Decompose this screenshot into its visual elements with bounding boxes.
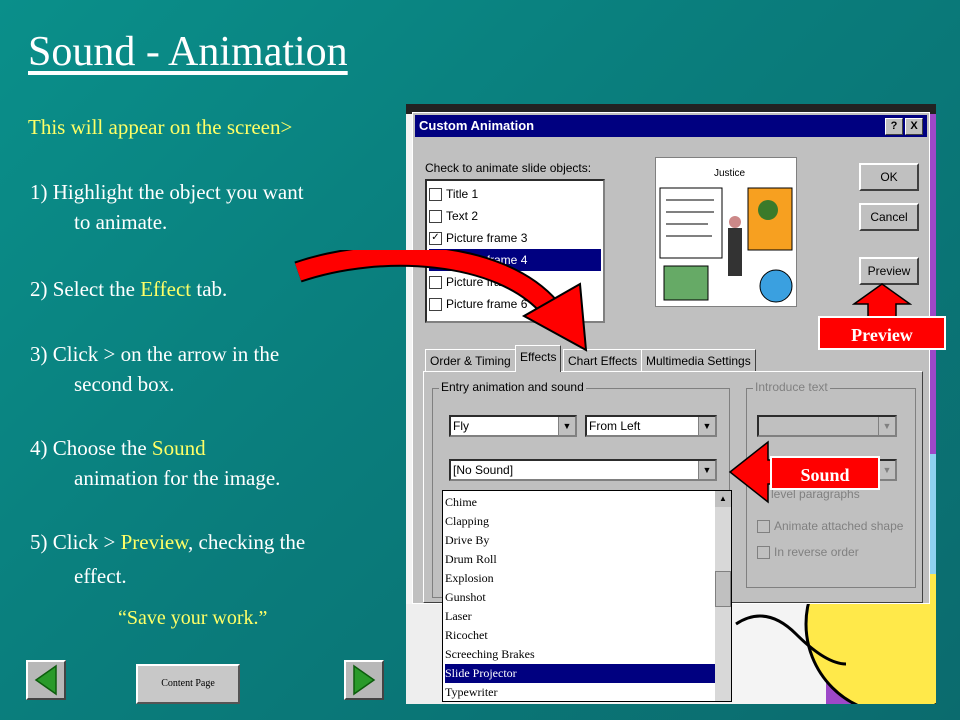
step-3-line-1: 3) Click > on the arrow in the	[30, 342, 280, 366]
direction-dropdown[interactable]: From Left ▼	[585, 415, 717, 437]
slide-preview-thumbnail: Justice	[655, 157, 797, 307]
save-note: “Save your work.”	[118, 607, 268, 629]
sound-option[interactable]: Ricochet	[445, 626, 715, 645]
previous-slide-button[interactable]	[26, 660, 66, 700]
direction-value: From Left	[589, 419, 641, 433]
step-4-line-2: animation for the image.	[74, 466, 281, 490]
step-5-a: 5) Click >	[30, 530, 121, 554]
help-button[interactable]: ?	[885, 118, 903, 135]
preview-button[interactable]: Preview	[859, 257, 919, 285]
tab-multimedia-settings[interactable]: Multimedia Settings	[641, 349, 756, 372]
step-2: 2) Select the Effect tab.	[30, 274, 227, 304]
checkbox-icon[interactable]	[429, 188, 442, 202]
checkbox-icon[interactable]	[757, 520, 770, 534]
object-label: Title 1	[446, 187, 479, 201]
preview-clipart-icon	[659, 187, 793, 303]
sound-option[interactable]: Laser	[445, 607, 715, 626]
next-slide-button[interactable]	[344, 660, 384, 700]
sound-option[interactable]: Screeching Brakes	[445, 645, 715, 664]
sound-option[interactable]: Chime	[445, 493, 715, 512]
step-4-sound: Sound	[151, 436, 206, 460]
checkbox-icon[interactable]	[757, 546, 770, 560]
sound-option[interactable]: Typewriter	[445, 683, 715, 702]
sound-callout: Sound	[770, 456, 880, 490]
effect-dropdown[interactable]: Fly ▼	[449, 415, 577, 437]
object-label: Picture frame 3	[446, 231, 528, 245]
sound-option[interactable]: Gunshot	[445, 588, 715, 607]
sound-option[interactable]: Clapping	[445, 512, 715, 531]
chevron-down-icon[interactable]: ▼	[558, 417, 575, 435]
sound-option[interactable]: Drum Roll	[445, 550, 715, 569]
check-objects-label: Check to animate slide objects:	[425, 161, 592, 175]
screenshot-region: Custom Animation ? X Check to animate sl…	[406, 104, 936, 704]
close-button[interactable]: X	[905, 118, 923, 135]
step-3-line-2: second box.	[74, 372, 175, 396]
animate-attached-option[interactable]: Animate attached shape	[757, 519, 904, 534]
sound-option-selected[interactable]: Slide Projector	[445, 664, 715, 683]
sound-value: [No Sound]	[453, 463, 514, 477]
arrow-right-icon	[353, 664, 376, 696]
step-5-line-2: effect.	[74, 564, 127, 588]
sound-list-scrollbar[interactable]: ▲	[715, 491, 731, 701]
intro-text: This will appear on the screen>	[28, 115, 293, 139]
sound-options-list[interactable]: Chime Clapping Drive By Drum Roll Explos…	[442, 490, 732, 702]
step-5-line-1: 5) Click > Preview, checking the	[30, 527, 305, 557]
step-1-line-1: 1) Highlight the object you want	[30, 180, 304, 204]
animate-attached-label: Animate attached shape	[774, 519, 904, 533]
object-item[interactable]: ✓ Picture frame 3	[429, 227, 601, 249]
arrow-up-icon	[852, 283, 912, 318]
reverse-order-label: In reverse order	[774, 545, 859, 559]
sound-option[interactable]: Explosion	[445, 569, 715, 588]
object-item[interactable]: Title 1	[429, 183, 601, 205]
scrollbar-thumb[interactable]	[715, 571, 731, 607]
sound-dropdown[interactable]: [No Sound] ▼	[449, 459, 717, 481]
ok-button[interactable]: OK	[859, 163, 919, 191]
chevron-down-icon[interactable]: ▼	[878, 461, 895, 479]
cancel-button[interactable]: Cancel	[859, 203, 919, 231]
step-2-effect: Effect	[140, 277, 192, 301]
chevron-down-icon[interactable]: ▼	[698, 417, 715, 435]
preview-callout: Preview	[818, 316, 946, 350]
sound-option[interactable]: Drive By	[445, 531, 715, 550]
step-4-line-1: 4) Choose the Sound	[30, 433, 206, 463]
step-5-preview: Preview	[120, 530, 189, 554]
object-label: Text 2	[446, 209, 479, 223]
checkbox-checked-icon[interactable]: ✓	[429, 232, 442, 246]
introduce-text-dropdown[interactable]: ▼	[757, 415, 897, 437]
introduce-text-label: Introduce text	[753, 380, 830, 394]
chevron-down-icon[interactable]: ▼	[878, 417, 895, 435]
step-2-a: 2) Select the	[30, 277, 141, 301]
entry-group-label: Entry animation and sound	[439, 380, 586, 394]
dialog-title: Custom Animation	[419, 118, 535, 133]
tab-effects[interactable]: Effects	[515, 345, 562, 372]
step-4-a: 4) Choose the	[30, 436, 152, 460]
step-2-c: tab.	[191, 277, 228, 301]
content-page-button[interactable]: Content Page	[136, 664, 240, 704]
arrow-left-icon	[34, 664, 57, 696]
step-5-c: , checking the	[188, 530, 306, 554]
object-item[interactable]: Text 2	[429, 205, 601, 227]
chevron-down-icon[interactable]: ▼	[698, 461, 715, 479]
dialog-titlebar: Custom Animation ? X	[415, 115, 927, 137]
slide-title: Sound - Animation	[28, 29, 348, 75]
step-1-line-2: to animate.	[74, 210, 168, 234]
reverse-order-option[interactable]: In reverse order	[757, 545, 859, 560]
checkbox-icon[interactable]	[429, 210, 442, 224]
curved-arrow-icon	[294, 250, 588, 352]
effect-value: Fly	[453, 419, 469, 433]
